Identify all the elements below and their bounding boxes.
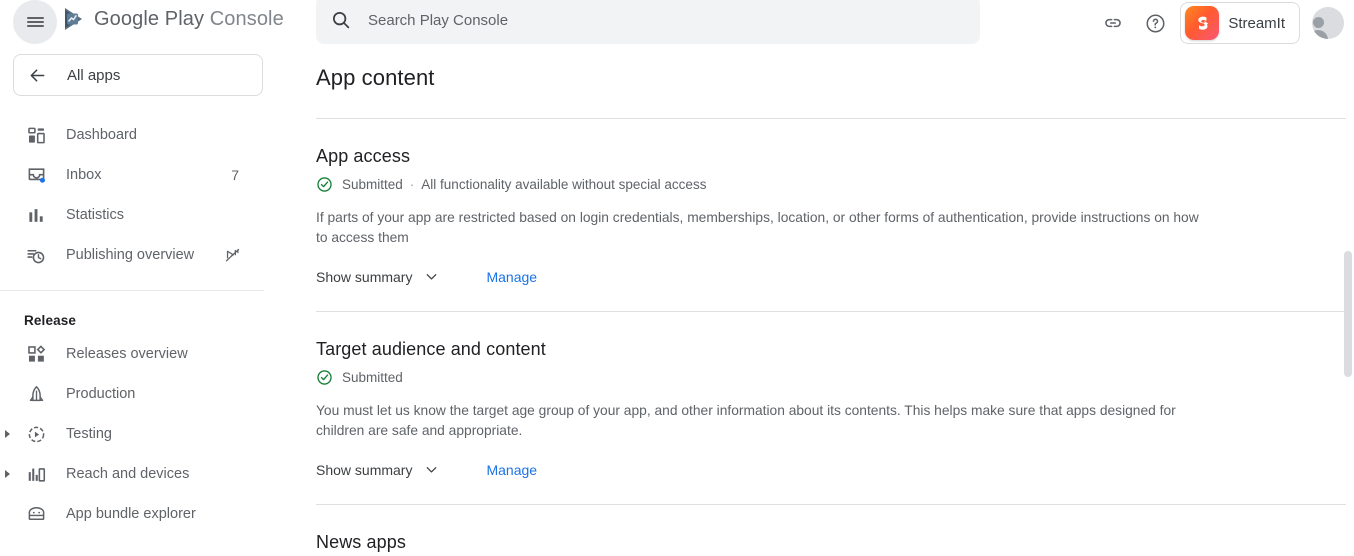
brand-logo-link[interactable]: Google Play Console <box>64 7 284 31</box>
play-console-window: Google Play Console Search Play Console … <box>0 0 1354 556</box>
sidebar-item-label: App bundle explorer <box>66 506 196 522</box>
sidebar-item-label: Inbox <box>66 167 102 183</box>
chevron-down-icon <box>427 274 437 280</box>
search-bar[interactable] <box>316 0 980 44</box>
app-bundle-explorer-icon <box>24 502 48 526</box>
show-summary-label: Show summary <box>316 461 413 478</box>
testing-play-icon <box>24 422 48 446</box>
sidebar-item-testing[interactable]: Testing <box>0 414 268 454</box>
card-app-access: App access Submitted · All functionality… <box>316 119 1354 285</box>
avatar-head <box>1312 17 1324 28</box>
expand-triangle-icon[interactable] <box>5 470 10 478</box>
production-rocket-icon <box>24 382 48 406</box>
sidebar-item-inbox[interactable]: Inbox 7 <box>0 155 268 195</box>
expand-triangle-icon[interactable] <box>5 430 10 438</box>
sidebar-item-label: Releases overview <box>66 346 188 362</box>
sidebar-item-reach-and-devices[interactable]: Reach and devices <box>0 454 268 494</box>
releases-overview-icon <box>24 342 48 366</box>
card-actions: Show summary Manage <box>316 268 1354 285</box>
app-content-page: App content App access Submitted · All f… <box>276 46 1354 553</box>
sidebar-item-label: Publishing overview <box>66 247 195 263</box>
all-apps-button[interactable]: All apps <box>13 54 263 96</box>
sidebar-item-label: Reach and devices <box>66 466 190 482</box>
sidebar-item-production[interactable]: Production <box>0 374 268 414</box>
card-target-audience-and-content: Target audience and content Submitted Yo… <box>316 312 1354 478</box>
all-apps-label: All apps <box>67 66 121 84</box>
sidebar-item-label: Production <box>66 386 136 402</box>
dashboard-icon <box>24 123 48 147</box>
status-row: Submitted <box>316 369 1354 386</box>
sidebar-item-statistics[interactable]: Statistics <box>0 195 268 235</box>
status-badge: Submitted <box>342 370 403 385</box>
main-scrollbar-thumb[interactable] <box>1344 251 1352 377</box>
card-title: Target audience and content <box>316 339 546 359</box>
hamburger-bar <box>26 25 44 28</box>
inbox-badge-count: 7 <box>231 167 239 183</box>
streamit-app-icon <box>1185 6 1220 40</box>
bar-chart-icon <box>24 203 48 227</box>
sidebar-item-app-bundle-explorer[interactable]: App bundle explorer <box>0 494 268 534</box>
status-detail: All functionality available without spec… <box>421 177 707 192</box>
status-separator: · <box>409 177 415 192</box>
card-title: News apps <box>316 532 406 552</box>
app-selector-chip[interactable]: StreamIt <box>1180 2 1300 44</box>
show-summary-toggle[interactable]: Show summary <box>316 461 440 478</box>
show-summary-toggle[interactable]: Show summary <box>316 268 440 285</box>
show-summary-label: Show summary <box>316 268 413 285</box>
card-news-apps: News apps <box>316 505 1354 553</box>
manage-link[interactable]: Manage <box>486 462 537 478</box>
hamburger-bar <box>26 21 44 23</box>
main-scrollbar-track[interactable] <box>1342 46 1354 556</box>
sidebar-item-publishing-overview[interactable]: Publishing overview <box>0 235 268 275</box>
link-icon[interactable] <box>1092 2 1134 44</box>
brand-name-primary: Google Play <box>94 7 205 30</box>
app-name-label: StreamIt <box>1228 14 1285 32</box>
search-input[interactable] <box>368 5 928 35</box>
sidebar-item-label: Testing <box>66 426 112 442</box>
sidebar-item-label: Dashboard <box>66 127 137 143</box>
arrow-back-icon <box>27 65 48 86</box>
primary-nav-list: Dashboard Inbox 7 Statistics Publishing … <box>0 115 276 534</box>
sidebar-item-dashboard[interactable]: Dashboard <box>0 115 268 155</box>
sidebar-item-label: Statistics <box>66 207 125 223</box>
check-circle-icon <box>317 177 332 192</box>
page-title: App content <box>316 65 435 90</box>
inbox-icon <box>24 163 48 187</box>
sidebar-item-releases-overview[interactable]: Releases overview <box>0 334 268 374</box>
account-avatar-icon[interactable] <box>1312 7 1344 39</box>
search-icon <box>332 11 350 29</box>
topbar-actions: StreamIt <box>1092 0 1344 46</box>
card-description: You must let us know the target age grou… <box>316 403 1176 438</box>
hamburger-bar <box>26 16 44 19</box>
publishing-paused-icon <box>224 247 241 264</box>
hamburger-menu-icon[interactable] <box>13 0 57 44</box>
sidebar-navigation: All apps Dashboard Inbox 7 Statistics Pu… <box>0 46 276 556</box>
card-description: If parts of your app are restricted base… <box>316 210 1199 245</box>
help-circle-icon[interactable] <box>1134 2 1176 44</box>
sidebar-section-release-title: Release <box>24 313 77 328</box>
top-app-bar: Google Play Console Search Play Console … <box>0 0 1354 46</box>
publishing-clock-icon <box>24 243 48 267</box>
reach-devices-icon <box>24 462 48 486</box>
card-title: App access <box>316 146 411 166</box>
brand-name-secondary: Console <box>209 7 284 30</box>
status-badge: Submitted <box>342 177 403 192</box>
manage-link[interactable]: Manage <box>486 269 537 285</box>
chevron-down-icon <box>427 467 437 473</box>
status-row: Submitted · All functionality available … <box>316 176 1354 193</box>
play-console-logo <box>65 8 82 30</box>
check-circle-icon <box>317 370 332 385</box>
brand-text: Google Play Console <box>94 8 284 31</box>
card-actions: Show summary Manage <box>316 461 1354 478</box>
main-content-area: App content App access Submitted · All f… <box>276 46 1354 556</box>
avatar-body <box>1312 30 1328 39</box>
